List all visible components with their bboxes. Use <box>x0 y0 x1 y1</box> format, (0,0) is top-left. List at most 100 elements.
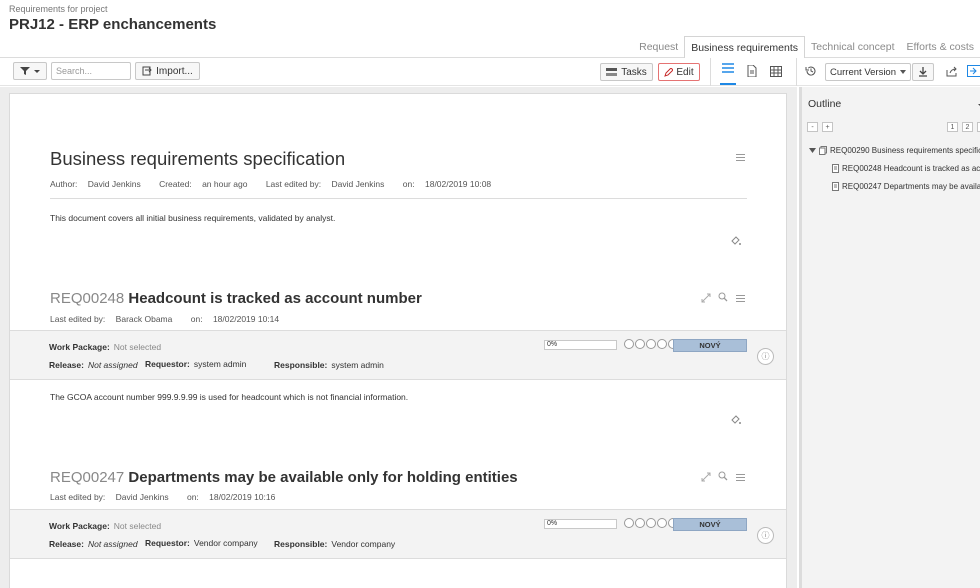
outline-item[interactable]: REQ00248 Headcount is tracked as account… <box>832 164 980 173</box>
tab-technical-concept[interactable]: Technical concept <box>805 36 900 58</box>
priority-rating[interactable] <box>624 518 678 528</box>
panel-toggle-button[interactable] <box>966 63 980 79</box>
document-page: Business requirements specification Auth… <box>9 93 787 588</box>
expand-button[interactable] <box>700 292 712 304</box>
outline-level-2-button[interactable]: 2 <box>962 122 973 132</box>
search-icon <box>718 471 728 481</box>
outline-item-label: REQ00248 Headcount is tracked as account… <box>842 164 980 173</box>
document-description: This document covers all initial busines… <box>50 213 336 223</box>
document-created: an hour ago <box>202 179 248 189</box>
add-comment-button[interactable] <box>730 414 742 426</box>
requestor-value[interactable]: Vendor company <box>194 538 258 548</box>
requirement-meta: Last edited by: David Jenkins on: 18/02/… <box>50 492 276 502</box>
tasks-label: Tasks <box>621 66 647 78</box>
filter-icon <box>19 67 30 75</box>
document-meta: Author: David Jenkins Created: an hour a… <box>50 179 492 189</box>
document-group-icon <box>819 146 827 155</box>
share-icon <box>946 66 957 76</box>
rating-circle[interactable] <box>635 518 645 528</box>
expand-icon <box>701 293 711 303</box>
page-subtitle: Requirements for project <box>9 4 108 14</box>
chevron-down-icon <box>33 70 40 73</box>
requirement-name: Departments may be available only for ho… <box>128 469 518 486</box>
tab-efforts-costs[interactable]: Efforts & costs <box>901 36 980 58</box>
requirement-edited-on: 18/02/2019 10:14 <box>212 314 280 324</box>
requirement-menu-button[interactable] <box>734 292 746 304</box>
toolbar-divider <box>796 58 797 86</box>
requirement-heading: REQ00248 Headcount is tracked as account… <box>50 290 422 307</box>
import-label: Import... <box>156 65 193 77</box>
outline-item[interactable]: REQ00247 Departments may be available on… <box>832 182 980 191</box>
requirement-id: REQ00247 <box>50 469 125 486</box>
view-outline-button[interactable] <box>720 61 736 85</box>
responsible-value[interactable]: Vendor company <box>331 539 395 549</box>
menu-icon <box>735 153 745 161</box>
document-title: Business requirements specification <box>50 148 346 169</box>
import-button[interactable]: Import... <box>135 62 200 80</box>
requirement-text: The GCOA account number 999.9.9.99 is us… <box>50 392 409 402</box>
tasks-button[interactable]: Tasks <box>600 63 653 81</box>
download-icon <box>919 67 927 77</box>
outline-level-1-button[interactable]: 1 <box>947 122 958 132</box>
priority-rating[interactable] <box>624 339 678 349</box>
rating-circle[interactable] <box>624 339 634 349</box>
document-author: David Jenkins <box>87 179 141 189</box>
tasks-icon <box>606 68 618 76</box>
toolbar-divider <box>710 58 711 86</box>
requestor-value[interactable]: system admin <box>194 359 246 369</box>
status-badge[interactable]: NOVÝ <box>673 339 747 352</box>
document-icon <box>832 164 839 173</box>
search-button[interactable] <box>717 291 729 303</box>
add-comment-button[interactable] <box>730 235 742 247</box>
outline-menu-button[interactable] <box>975 99 980 111</box>
panel-toggle-icon <box>967 65 980 77</box>
responsible-value[interactable]: system admin <box>331 360 383 370</box>
release-value[interactable]: Not assigned <box>88 539 138 549</box>
outline-root-item[interactable]: REQ00290 Business requirements specifica… <box>809 146 980 155</box>
document-edited-on: 18/02/2019 10:08 <box>424 179 492 189</box>
download-button[interactable] <box>912 63 934 81</box>
requirement-menu-button[interactable] <box>734 471 746 483</box>
status-badge[interactable]: NOVÝ <box>673 518 747 531</box>
document-area[interactable]: Business requirements specification Auth… <box>0 87 797 588</box>
info-button[interactable]: ⓘ <box>757 348 774 365</box>
view-document-button[interactable] <box>744 63 760 79</box>
work-package-value[interactable]: Not selected <box>114 521 161 531</box>
rating-circle[interactable] <box>657 339 667 349</box>
search-input[interactable] <box>51 62 131 80</box>
progress-bar[interactable]: 0% <box>544 519 617 529</box>
info-icon: ⓘ <box>761 531 770 540</box>
progress-bar[interactable]: 0% <box>544 340 617 350</box>
release-value[interactable]: Not assigned <box>88 360 138 370</box>
tab-request[interactable]: Request <box>633 36 684 58</box>
version-select[interactable]: Current Version <box>825 63 911 81</box>
rating-circle[interactable] <box>646 339 656 349</box>
expand-button[interactable] <box>700 471 712 483</box>
tab-business-requirements[interactable]: Business requirements <box>684 36 806 59</box>
edit-button[interactable]: Edit <box>658 63 700 81</box>
document-menu-button[interactable] <box>734 151 746 163</box>
chevron-down-icon <box>900 70 906 74</box>
requirement-properties: Work Package: Not selected Release: Not as… <box>10 509 786 559</box>
requirement-edited-by: David Jenkins <box>115 492 169 502</box>
version-select-value: Current Version <box>830 67 897 78</box>
rating-circle[interactable] <box>635 339 645 349</box>
expand-all-button[interactable]: + <box>822 122 833 132</box>
outline-title: Outline <box>808 98 842 110</box>
collapse-all-button[interactable]: - <box>807 122 818 132</box>
edit-label: Edit <box>676 66 694 78</box>
outline-panel: Outline - + 1 2 3 REQ00290 Business requ… <box>799 87 980 588</box>
view-table-button[interactable] <box>768 63 784 79</box>
history-icon <box>805 66 816 76</box>
share-button[interactable] <box>944 63 960 79</box>
work-package-value[interactable]: Not selected <box>114 342 161 352</box>
search-button[interactable] <box>717 470 729 482</box>
filter-button[interactable] <box>13 62 47 80</box>
info-button[interactable]: ⓘ <box>757 527 774 544</box>
rating-circle[interactable] <box>657 518 667 528</box>
rating-circle[interactable] <box>624 518 634 528</box>
outline-item-label: REQ00247 Departments may be available on… <box>842 182 980 191</box>
history-button[interactable] <box>803 63 819 79</box>
rating-circle[interactable] <box>646 518 656 528</box>
info-icon: ⓘ <box>761 352 770 361</box>
